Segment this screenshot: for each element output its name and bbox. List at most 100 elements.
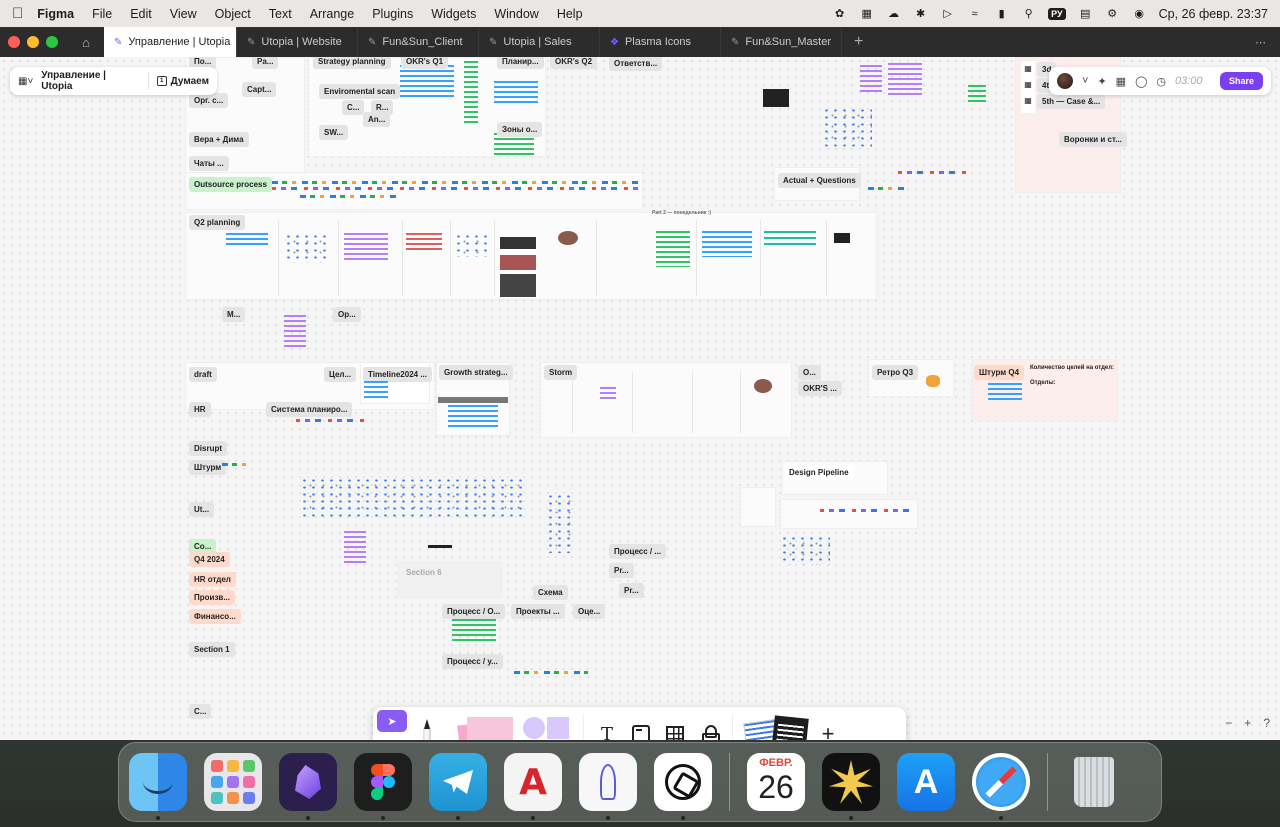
sticky-cluster[interactable] [344,233,388,261]
section-label[interactable]: Воронки и ст... [1059,132,1127,147]
menu-app-name[interactable]: Figma [37,7,74,21]
sticky-cluster[interactable] [600,387,616,401]
section-label[interactable]: Система планиро... [266,402,353,417]
section-label[interactable]: Pr... [619,583,644,598]
section-label[interactable]: 5th — Case &... [1037,94,1106,109]
dock-item-rocket[interactable] [579,753,637,820]
section-label[interactable]: Финансо... [189,609,241,624]
tab-funsun-master[interactable]: ✎ Fun&Sun_Master [721,27,842,57]
section-label[interactable]: SW... [319,125,349,140]
section-label[interactable]: С... [189,704,212,719]
section-label[interactable]: HR [189,402,211,417]
section-label[interactable]: Проекты ... [511,604,565,619]
menu-file[interactable]: File [92,7,112,21]
ai-sparkle-icon[interactable]: ✦ [1097,75,1106,88]
sticky-cluster[interactable] [888,63,922,97]
section-label[interactable]: Оце... [573,604,606,619]
sticky-note-tool-icon[interactable] [445,709,517,740]
page-selector[interactable]: 1 Думаем [156,76,209,87]
timeline-bar[interactable] [438,397,508,403]
section-label[interactable]: Design Pipeline [784,465,854,480]
section-label[interactable]: Ответств... [609,57,663,71]
timeline-rows[interactable] [364,381,388,401]
pipeline-row[interactable] [820,509,914,512]
section-label[interactable]: Q4 2024 [189,552,230,567]
section-label[interactable]: М... [222,307,246,322]
dock-item-launchpad[interactable] [204,753,262,811]
section-label[interactable]: Планир... [497,57,544,69]
section-label[interactable]: OKR'S ... [798,381,842,396]
section-label[interactable]: Процесс / у... [442,654,503,669]
chevron-down-icon[interactable]: ˅ [1082,75,1088,87]
tab-funsun-client[interactable]: ✎ Fun&Sun_Client [358,27,479,57]
shapes-tool-icon[interactable]: ↷ [517,709,577,740]
sticky-cluster[interactable] [702,231,752,257]
section-label[interactable]: Capt... [242,82,277,97]
menu-object[interactable]: Object [215,7,251,21]
bluetooth-icon[interactable]: ✱ [913,7,928,20]
menu-window[interactable]: Window [494,7,538,21]
menu-arrange[interactable]: Arrange [310,7,354,21]
section-label[interactable]: An... [363,112,391,127]
sticky-cluster[interactable] [764,231,816,249]
sticky-cluster[interactable] [400,65,454,99]
sticky-row[interactable] [514,671,588,674]
section-label[interactable]: Outsource process [189,177,272,192]
search-icon[interactable]: ⚲ [1021,7,1036,20]
section-label[interactable]: Чаты ... [189,156,229,171]
diagram-cluster[interactable] [780,535,830,565]
sticky-cluster[interactable] [452,619,496,641]
zoom-out-button[interactable]: − [1225,716,1232,730]
close-window-button[interactable] [8,36,20,48]
tab-utopia-website[interactable]: ✎ Utopia | Website [237,27,358,57]
tab-active[interactable]: ✎ Управление | Utopia ✕ [104,27,237,57]
sticky-cluster[interactable] [406,233,442,251]
section-label[interactable]: Штурм Q4 [974,365,1025,380]
sticky-cluster[interactable] [454,233,488,257]
section-label[interactable]: Орг. с... [189,93,229,108]
image-gallery[interactable] [500,237,536,297]
timer-display[interactable]: 03:00 [1175,75,1203,87]
hand-tool-icon[interactable]: ✋ [377,736,407,740]
menu-widgets[interactable]: Widgets [431,7,476,21]
main-menu-icon[interactable]: ▦˅ [18,76,33,87]
section-label[interactable]: OKR's Q2 [550,57,598,69]
section-label[interactable]: Strategy planning [313,57,391,69]
image-thumbnail[interactable] [834,233,850,243]
section-label[interactable]: OKR's Q1 [401,57,449,69]
board-pipeline-side[interactable] [740,487,776,527]
tab-plasma-icons[interactable]: ❖ Plasma Icons [600,27,721,57]
image-thumbnail[interactable] [558,231,578,245]
table-layout-icon[interactable]: ▦ [1116,75,1126,88]
process-flow-row[interactable] [272,187,642,190]
timer-icon[interactable]: ◷ [1156,75,1166,88]
minimize-window-button[interactable] [27,36,39,48]
section-label[interactable]: Actual + Questions [778,173,861,188]
templates-tool-icon[interactable] [739,709,811,740]
section-label[interactable]: Зоны о... [497,122,543,137]
menubar-clock[interactable]: Ср, 26 февр. 23:37 [1159,7,1268,21]
dock-item-app-store[interactable]: A [897,753,955,811]
sticky-row[interactable] [868,187,908,190]
section-label[interactable]: Section 1 [189,642,235,657]
section-label[interactable]: Section 6 [401,565,447,580]
sticky-cluster[interactable] [988,383,1022,401]
section-label[interactable]: Timeline2024 ... [363,367,432,382]
diagram-cluster[interactable] [300,477,524,517]
menu-help[interactable]: Help [557,7,583,21]
cloud-status-icon[interactable]: ☁ [886,7,901,20]
section-label[interactable]: Ор... [333,307,361,322]
section-label[interactable]: Growth strateg... [439,365,513,380]
wifi-icon[interactable]: ≈ [967,7,982,20]
board-storm[interactable] [540,362,792,438]
diagram-cluster[interactable] [822,107,872,147]
sticky-cluster[interactable] [926,375,940,387]
section-label[interactable]: C... [342,100,365,115]
section-tool-icon[interactable] [624,717,658,740]
home-icon[interactable]: ⌂ [72,35,100,50]
sticky-cluster[interactable] [226,233,268,245]
dock-item-figma[interactable] [354,753,412,820]
figma-status-icon[interactable]: ▦ [859,7,874,20]
section-label[interactable]: Disrupt [189,441,227,456]
section-label[interactable]: Вера + Дима [189,132,249,147]
